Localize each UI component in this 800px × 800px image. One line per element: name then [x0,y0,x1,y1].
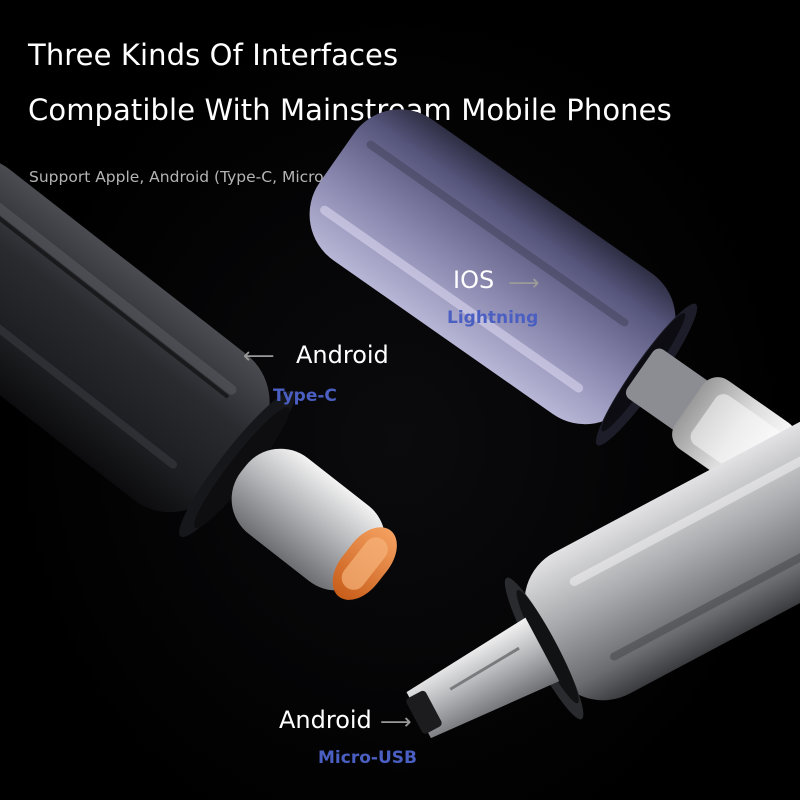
type-c-android-label: Android [296,341,389,369]
micro-usb-android-label: Android [279,706,372,734]
ios-label: IOS [453,266,495,294]
arrow-right-icon: ⟶ [508,271,540,296]
micro-usb-label: Micro-USB [318,748,417,768]
arrow-left-icon: ⟵ [243,344,275,369]
type-c-label: Type-C [273,386,337,406]
product-banner: Three Kinds Of Interfaces Compatible Wit… [0,0,800,800]
lightning-label: Lightning [447,308,539,328]
connectors-illustration [0,109,800,739]
arrow-right-icon: ⟶ [380,710,412,735]
